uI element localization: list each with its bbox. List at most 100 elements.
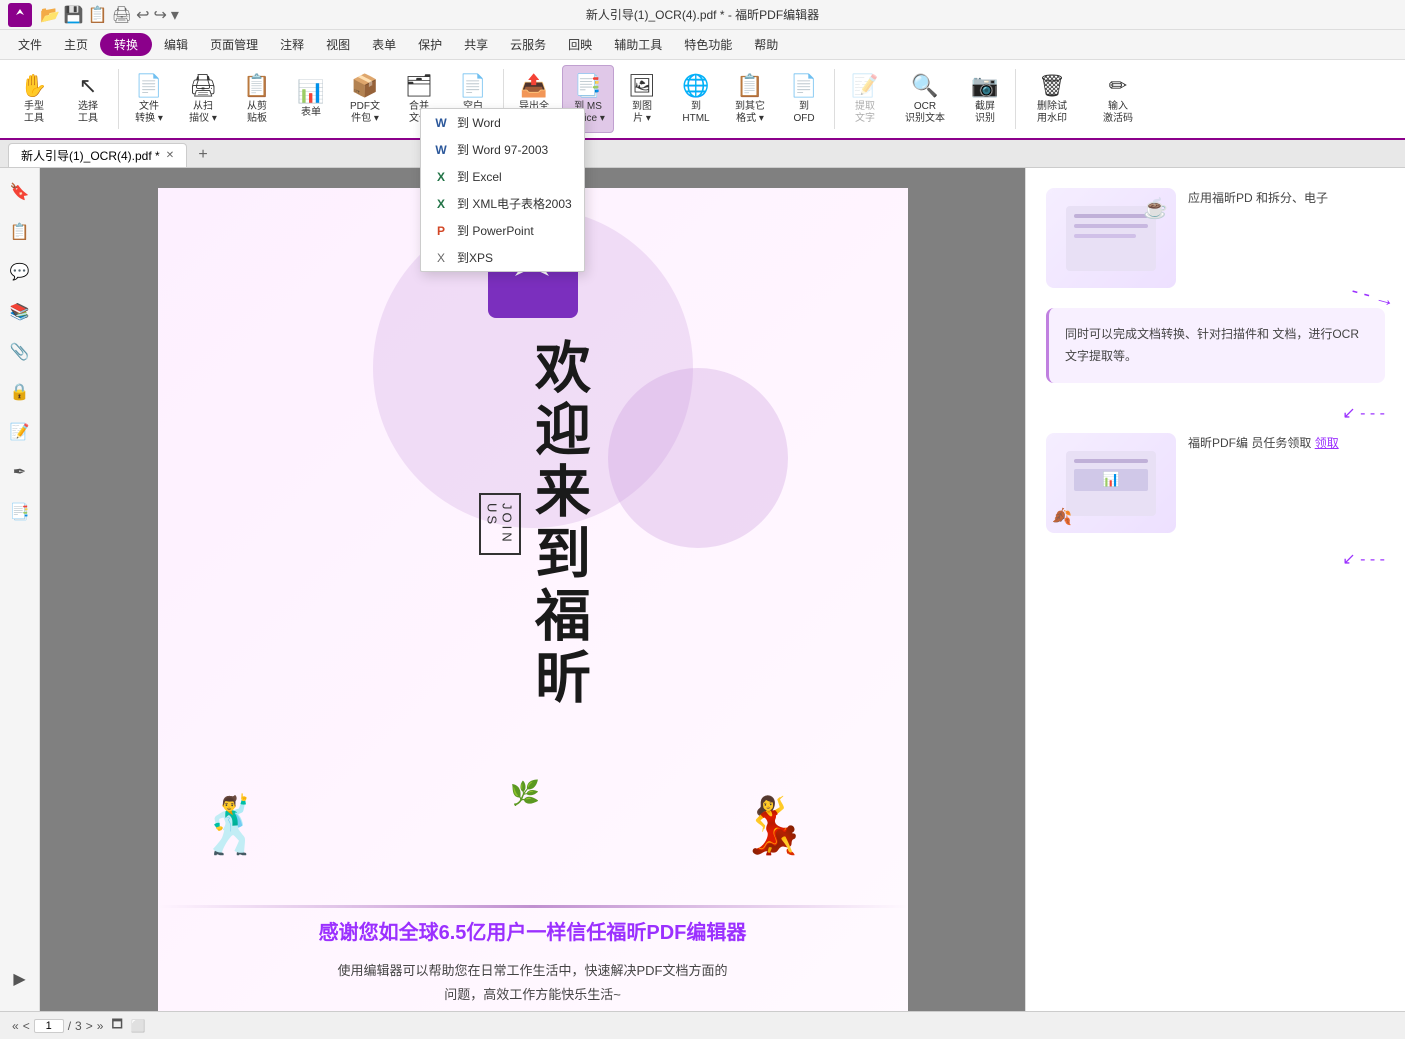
- sidebar-attachment[interactable]: 📎: [4, 336, 36, 368]
- tab-label: 新人引导(1)_OCR(4).pdf *: [21, 147, 160, 164]
- nav-next-button[interactable]: >: [86, 1019, 93, 1033]
- ribbon: ✋ 手型工具 ↖ 选择工具 📄 文件转换 ▾ 🖨 从扫描仪 ▾ 📋 从剪贴板 📊…: [0, 60, 1405, 140]
- nav-prev-button[interactable]: <: [23, 1019, 30, 1033]
- tab-close-button[interactable]: ✕: [166, 150, 174, 161]
- dropdown-to-word[interactable]: W 到 Word: [421, 109, 584, 136]
- feature-3-text: 福昕PDF编 员任务领取 领取: [1188, 433, 1339, 453]
- ribbon-screen-recognize[interactable]: 📷 截屏识别: [959, 65, 1011, 133]
- form-label: 表单: [301, 107, 321, 119]
- page-navigation: « < / 3 > »: [12, 1019, 103, 1033]
- ribbon-input-activate[interactable]: ✏ 输入激活码: [1086, 65, 1150, 133]
- ribbon-extract-text: 📝 提取文字: [839, 65, 891, 133]
- to-html-label: 到HTML: [682, 101, 709, 125]
- excel-icon: X: [433, 169, 449, 185]
- left-sidebar: 🔖 📋 💬 📚 📎 🔒 📝 ✒ 📑 ▶: [0, 168, 40, 1011]
- ribbon-sep-3: [834, 69, 835, 129]
- dropdown-to-xps[interactable]: X 到XPS: [421, 244, 584, 271]
- input-activate-label: 输入激活码: [1103, 101, 1133, 125]
- quick-access-toolbar[interactable]: 📂 💾 📋 🖨 ↩ ↪ ▾: [40, 5, 179, 25]
- menu-help[interactable]: 帮助: [744, 33, 788, 56]
- undo-icon[interactable]: ↩: [136, 5, 149, 25]
- dropdown-to-powerpoint[interactable]: P 到 PowerPoint: [421, 217, 584, 244]
- file-convert-icon: 📄: [135, 73, 162, 99]
- pdf-viewer[interactable]: JOINUS 欢迎来到福昕 🕺 💃 🌿 感谢您如全球6.5亿用户一样信任福昕PD…: [40, 168, 1025, 1011]
- fit-page-button[interactable]: 🗖: [111, 1015, 122, 1036]
- ribbon-select-tool[interactable]: ↖ 选择工具: [62, 65, 114, 133]
- ribbon-to-other[interactable]: 📋 到其它格式 ▾: [724, 65, 776, 133]
- customize-icon[interactable]: ▾: [171, 5, 179, 25]
- sidebar-sign[interactable]: ✒: [4, 456, 36, 488]
- ribbon-ocr[interactable]: 🔍 OCR识别文本: [893, 65, 957, 133]
- hand-tool-label: 手型工具: [24, 101, 44, 125]
- print-icon[interactable]: 🖨: [112, 5, 132, 25]
- menu-file[interactable]: 文件: [8, 33, 52, 56]
- menu-home[interactable]: 主页: [54, 33, 98, 56]
- to-xml-label: 到 XML电子表格2003: [457, 195, 572, 212]
- menu-form[interactable]: 表单: [362, 33, 406, 56]
- menu-special[interactable]: 特色功能: [674, 33, 742, 56]
- redo-icon[interactable]: ↪: [153, 5, 166, 25]
- nav-last-button[interactable]: »: [97, 1019, 104, 1033]
- arrow-decoration-2: ↙ - - -: [1046, 403, 1385, 423]
- menu-playback[interactable]: 回映: [558, 33, 602, 56]
- remove-watermark-label: 删除试用水印: [1037, 101, 1067, 125]
- menu-accessibility[interactable]: 辅助工具: [604, 33, 672, 56]
- sidebar-collapse[interactable]: ▶: [4, 963, 36, 995]
- welcome-area: JOINUS 欢迎来到福昕: [479, 338, 587, 710]
- to-image-label: 到图片 ▾: [632, 101, 652, 125]
- ribbon-remove-watermark[interactable]: 🗑 删除试用水印: [1020, 65, 1084, 133]
- sidebar-form[interactable]: 📝: [4, 416, 36, 448]
- nav-first-button[interactable]: «: [12, 1019, 19, 1033]
- menu-convert[interactable]: 转换: [100, 33, 152, 56]
- app-icon: [8, 3, 32, 27]
- headline-text: 感谢您如全球6.5亿用户一样信任福昕PDF编辑器: [188, 916, 878, 945]
- menu-view[interactable]: 视图: [316, 33, 360, 56]
- sidebar-lock[interactable]: 🔒: [4, 376, 36, 408]
- sidebar-layers[interactable]: 📚: [4, 296, 36, 328]
- menu-share[interactable]: 共享: [454, 33, 498, 56]
- sidebar-bookmark[interactable]: 🔖: [4, 176, 36, 208]
- save-icon[interactable]: 💾: [64, 5, 84, 25]
- ribbon-to-image[interactable]: 🖼 到图片 ▾: [616, 65, 668, 133]
- ribbon-sep-1: [118, 69, 119, 129]
- to-html-icon: 🌐: [682, 73, 709, 99]
- feature-3-image: 📊 🍂: [1046, 433, 1176, 533]
- ribbon-hand-tool[interactable]: ✋ 手型工具: [8, 65, 60, 133]
- extract-text-label: 提取文字: [855, 101, 875, 125]
- tab-main[interactable]: 新人引导(1)_OCR(4).pdf * ✕: [8, 143, 187, 167]
- sidebar-copy[interactable]: 📑: [4, 496, 36, 528]
- clipboard-label: 从剪贴板: [247, 101, 267, 125]
- to-other-icon: 📋: [736, 73, 763, 99]
- total-pages: 3: [75, 1019, 82, 1033]
- ribbon-clipboard[interactable]: 📋 从剪贴板: [231, 65, 283, 133]
- ribbon-form[interactable]: 📊 表单: [285, 65, 337, 133]
- dropdown-to-xml[interactable]: X 到 XML电子表格2003: [421, 190, 584, 217]
- title-bar: 📂 💾 📋 🖨 ↩ ↪ ▾ 新人引导(1)_OCR(4).pdf * - 福昕P…: [0, 0, 1405, 30]
- menu-edit[interactable]: 编辑: [154, 33, 198, 56]
- menu-annotate[interactable]: 注释: [270, 33, 314, 56]
- menu-protect[interactable]: 保护: [408, 33, 452, 56]
- ribbon-pdf-package[interactable]: 📦 PDF文件包 ▾: [339, 65, 391, 133]
- scan-icon: 🖨: [189, 73, 217, 99]
- pdf-package-label: PDF文件包 ▾: [350, 101, 380, 125]
- ribbon-file-convert[interactable]: 📄 文件转换 ▾: [123, 65, 175, 133]
- fit-width-button[interactable]: ⬜: [131, 1019, 146, 1033]
- divider-line: [158, 905, 908, 908]
- ribbon-to-html[interactable]: 🌐 到HTML: [670, 65, 722, 133]
- dropdown-to-excel[interactable]: X 到 Excel: [421, 163, 584, 190]
- dropdown-to-word97[interactable]: W 到 Word 97-2003: [421, 136, 584, 163]
- window-title: 新人引导(1)_OCR(4).pdf * - 福昕PDF编辑器: [586, 6, 819, 23]
- save-as-icon[interactable]: 📋: [88, 5, 108, 25]
- page-number-input[interactable]: [34, 1019, 64, 1033]
- ribbon-scan-convert[interactable]: 🖨 从扫描仪 ▾: [177, 65, 229, 133]
- ribbon-to-ofd[interactable]: 📄 到OFD: [778, 65, 830, 133]
- menu-cloud[interactable]: 云服务: [500, 33, 556, 56]
- screen-recognize-label: 截屏识别: [975, 101, 995, 125]
- sidebar-thumbnail[interactable]: 📋: [4, 216, 36, 248]
- tab-add-button[interactable]: +: [191, 143, 215, 167]
- open-icon[interactable]: 📂: [40, 5, 60, 25]
- menu-page-manage[interactable]: 页面管理: [200, 33, 268, 56]
- feature-3-link[interactable]: 领取: [1315, 436, 1339, 450]
- sidebar-comment[interactable]: 💬: [4, 256, 36, 288]
- to-powerpoint-label: 到 PowerPoint: [457, 222, 534, 239]
